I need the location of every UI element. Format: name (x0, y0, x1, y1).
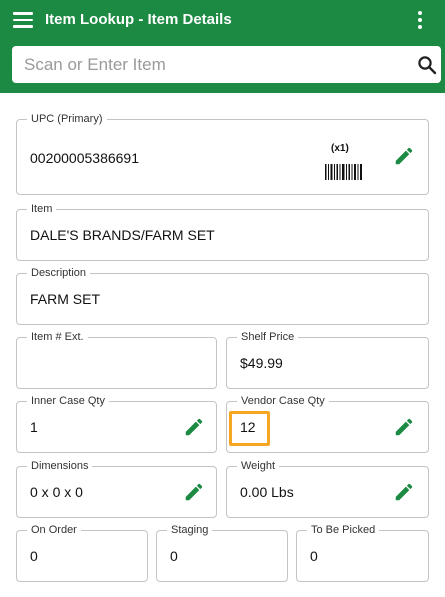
shelf-price-label: Shelf Price (237, 330, 299, 344)
on-order-label: On Order (27, 523, 81, 537)
shelf-price-value: $49.99 (240, 355, 283, 371)
staging-field: Staging 0 (156, 523, 288, 582)
vendor-case-qty-highlight (229, 411, 270, 446)
app-bar: Item Lookup - Item Details (0, 0, 445, 93)
edit-vendor-case-qty-pencil-icon[interactable] (393, 416, 415, 438)
upc-quantity-badge: (x1) (331, 143, 349, 154)
on-order-value: 0 (30, 548, 38, 564)
to-be-picked-value: 0 (310, 548, 318, 564)
item-field: Item DALE'S BRANDS/FARM SET (16, 202, 429, 261)
vendor-case-qty-label: Vendor Case Qty (237, 394, 329, 408)
to-be-picked-label: To Be Picked (307, 523, 380, 537)
staging-label: Staging (167, 523, 213, 537)
edit-dimensions-pencil-icon[interactable] (183, 481, 205, 503)
search-icon[interactable] (417, 55, 437, 75)
inner-case-qty-value: 1 (30, 419, 38, 435)
item-ext-label: Item # Ext. (27, 330, 88, 344)
hamburger-menu-icon[interactable] (13, 12, 33, 28)
dimensions-label: Dimensions (27, 459, 93, 473)
dimensions-value: 0 x 0 x 0 (30, 484, 83, 500)
search-input[interactable] (12, 46, 402, 83)
item-value: DALE'S BRANDS/FARM SET (30, 227, 215, 243)
search-bar (12, 46, 441, 83)
weight-label: Weight (237, 459, 280, 473)
weight-value: 0.00 Lbs (240, 484, 294, 500)
on-order-field: On Order 0 (16, 523, 148, 582)
shelf-price-field: Shelf Price $49.99 (226, 330, 429, 389)
upc-label: UPC (Primary) (27, 112, 107, 126)
description-label: Description (27, 266, 91, 280)
to-be-picked-field: To Be Picked 0 (296, 523, 429, 582)
page-title: Item Lookup - Item Details (45, 11, 232, 28)
edit-weight-pencil-icon[interactable] (393, 481, 415, 503)
item-ext-field: Item # Ext. (16, 330, 217, 389)
barcode-icon (325, 164, 362, 180)
upc-field: UPC (Primary) 00200005386691 (16, 112, 429, 195)
inner-case-qty-label: Inner Case Qty (27, 394, 109, 408)
edit-upc-pencil-icon[interactable] (393, 145, 415, 167)
description-field: Description FARM SET (16, 266, 429, 325)
item-label: Item (27, 202, 57, 216)
upc-value: 00200005386691 (30, 150, 140, 166)
edit-inner-case-qty-pencil-icon[interactable] (183, 416, 205, 438)
staging-value: 0 (170, 548, 178, 564)
description-value: FARM SET (30, 291, 101, 307)
more-vertical-icon[interactable] (414, 10, 426, 30)
